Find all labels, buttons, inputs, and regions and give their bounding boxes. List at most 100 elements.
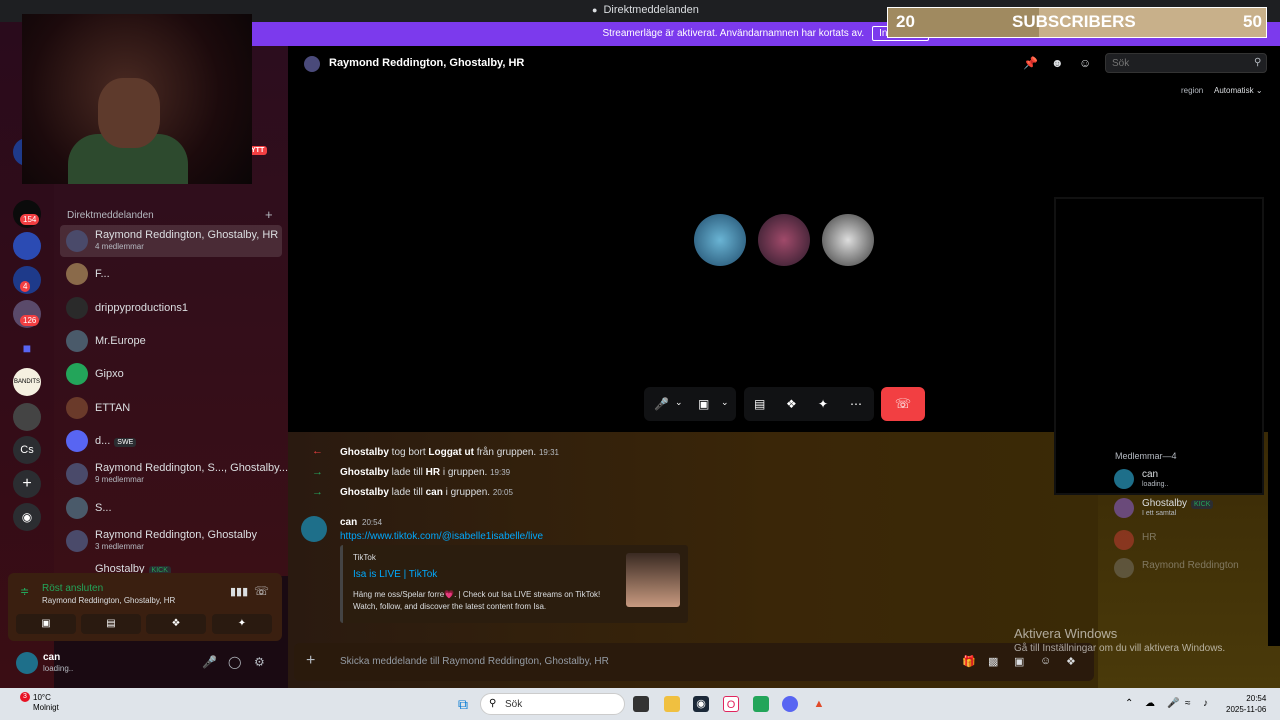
participant-avatar[interactable] [822, 214, 874, 266]
add-attachment-icon[interactable]: + [306, 652, 315, 670]
server-icon[interactable] [13, 403, 41, 431]
camera-off-button[interactable]: ▣ [16, 614, 76, 634]
timestamp: 19:39 [490, 468, 511, 477]
add-friend-icon[interactable]: ☻ [1051, 56, 1064, 70]
noise-suppression-icon[interactable]: ▮▮▮ [230, 585, 248, 598]
dm-item[interactable]: Gipxo [60, 358, 282, 390]
task-view-icon[interactable] [633, 696, 649, 712]
embed-provider: TikTok [353, 553, 376, 562]
group-avatar [66, 463, 88, 485]
microphone-icon[interactable]: 🎤 [654, 397, 669, 411]
member-status: loading.. [1142, 481, 1169, 488]
target: can [425, 487, 443, 498]
dm-name: Raymond Reddington, Ghostalby [95, 529, 258, 541]
app-icon[interactable] [753, 696, 769, 712]
dm-name: Raymond Reddington, Ghostalby, HR [95, 229, 279, 241]
more-icon[interactable]: ⋯ [850, 397, 862, 411]
message-author[interactable]: can [340, 517, 357, 528]
dm-item[interactable]: d... SWE [60, 425, 282, 457]
message-input-placeholder[interactable]: Skicka meddelande till Raymond Reddingto… [340, 656, 609, 667]
file-explorer-icon[interactable] [664, 696, 680, 712]
app-icon[interactable]: ▲ [811, 696, 827, 712]
chevron-down-icon[interactable]: ⌄ [721, 397, 729, 408]
gear-icon[interactable]: ⚙ [254, 655, 265, 669]
dm-name: Mr.Europe [95, 335, 146, 347]
members-icon[interactable]: ☺ [1079, 56, 1091, 70]
dm-item[interactable]: Mr.Europe [60, 325, 282, 357]
soundboard-button[interactable]: ✦ [212, 614, 272, 634]
embed-title[interactable]: Isa is LIVE | TikTok [353, 569, 437, 580]
message-composer[interactable]: + Skicka meddelande till Raymond Redding… [294, 643, 1094, 681]
camera-off-icon[interactable]: ▣ [698, 397, 709, 411]
embed-thumbnail[interactable] [626, 553, 680, 607]
voice-connection-panel: ≑ Röst ansluten Raymond Reddington, Ghos… [8, 573, 282, 641]
sticker-icon[interactable]: ▣ [1014, 655, 1024, 668]
wifi-icon[interactable]: ≈ [1185, 698, 1191, 709]
chevron-up-icon[interactable]: ⌃ [1125, 698, 1133, 709]
gif-icon[interactable]: ▩ [988, 655, 998, 668]
soundboard-icon[interactable]: ✦ [818, 397, 828, 411]
disconnect-icon[interactable]: ☏ [254, 584, 269, 598]
headphones-icon[interactable]: ◯ [228, 655, 241, 669]
watermark-title: Aktivera Windows [1014, 626, 1118, 641]
microphone-icon[interactable]: 🎤 [1167, 698, 1179, 709]
activities-button[interactable]: ❖ [146, 614, 206, 634]
add-server-icon[interactable]: + [13, 470, 41, 498]
dm-item[interactable]: ETTAN [60, 392, 282, 424]
cloud-icon[interactable]: ☁ [1145, 698, 1155, 709]
right-edge-strip [1268, 46, 1280, 646]
dm-item[interactable]: Ghostalby KICK [60, 558, 282, 574]
region-label: region [1181, 86, 1204, 95]
steam-icon[interactable]: ◉ [693, 696, 709, 712]
emoji-icon[interactable]: ☺ [1040, 655, 1051, 667]
participant-avatar[interactable] [694, 214, 746, 266]
hangup-button[interactable]: ☏ [881, 387, 925, 421]
new-dm-plus-icon[interactable]: + [265, 207, 273, 222]
server-icon[interactable] [13, 232, 41, 260]
dm-sub: 4 medlemmar [95, 242, 144, 251]
system-message: Ghostalby tog bort Loggat ut från gruppe… [340, 447, 559, 458]
discord-icon[interactable] [782, 696, 798, 712]
dm-item[interactable]: Raymond Reddington, S..., Ghostalby... 9… [60, 458, 288, 490]
swe-tag: SWE [114, 438, 137, 447]
activities-icon[interactable]: ❖ [786, 397, 797, 411]
dm-item[interactable]: Raymond Reddington, Ghostalby, HR 4 medl… [60, 225, 282, 257]
folder-icon[interactable]: ■ [13, 334, 41, 362]
dm-item[interactable]: drippyproductions1 [60, 292, 282, 324]
message-timestamp: 20:54 [362, 518, 383, 527]
region-select[interactable]: Automatisk ⌄ [1214, 86, 1263, 95]
actor: Ghostalby [340, 487, 389, 498]
subscriber-goal: 50 [1243, 12, 1262, 31]
timestamp: 20:05 [492, 488, 513, 497]
chevron-down-icon[interactable]: ⌄ [675, 397, 683, 408]
weather-widget[interactable]: 10°C Molnigt [33, 693, 59, 713]
dm-item[interactable]: F... [60, 258, 282, 290]
taskbar-search[interactable]: ⚲ Sök [480, 693, 625, 715]
message-link[interactable]: https://www.tiktok.com/@isabelle1isabell… [340, 531, 543, 542]
server-icon-bandits[interactable]: BANDITS [13, 368, 41, 396]
user-avatar[interactable] [16, 652, 38, 674]
share-screen-icon[interactable]: ▤ [754, 397, 765, 411]
participant-avatar[interactable] [758, 214, 810, 266]
discover-icon[interactable]: ◉ [13, 503, 41, 531]
gift-icon[interactable]: 🎁 [962, 655, 976, 668]
microphone-icon[interactable]: 🎤 [202, 655, 217, 669]
member-name: can [1142, 469, 1159, 480]
pin-icon[interactable]: 📌 [1023, 56, 1038, 70]
window-title: Direktmeddelanden [592, 4, 698, 16]
taskbar-clock[interactable]: 20:54 2025-11-06 [1226, 693, 1266, 715]
link-embed: TikTok Isa is LIVE | TikTok Häng me oss/… [340, 545, 688, 623]
start-icon[interactable]: ⧉ [455, 696, 471, 712]
volume-icon[interactable]: ♪ [1203, 698, 1208, 709]
server-icon-cs[interactable]: Cs [13, 436, 41, 464]
dm-item[interactable]: Raymond Reddington, Ghostalby 3 medlemma… [60, 525, 282, 557]
apps-icon[interactable]: ❖ [1066, 655, 1076, 668]
weather-temp: 10°C [33, 693, 51, 702]
voice-channel: Raymond Reddington, Ghostalby, HR [42, 596, 176, 605]
message-avatar[interactable] [301, 516, 327, 542]
share-screen-button[interactable]: ▤ [81, 614, 141, 634]
call-title: Raymond Reddington, Ghostalby, HR [329, 57, 525, 69]
opera-icon[interactable]: O [723, 696, 739, 712]
search-input[interactable] [1105, 53, 1267, 73]
dm-item[interactable]: S... [60, 492, 282, 524]
